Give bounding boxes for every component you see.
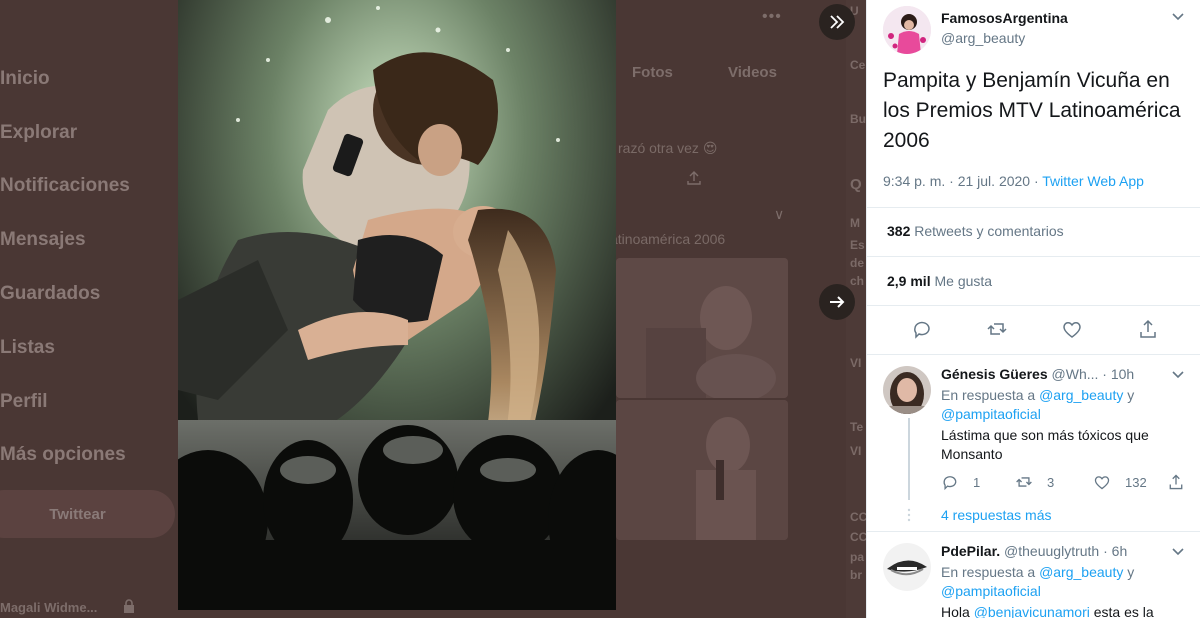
author-handle[interactable]: @arg_beauty [941, 30, 1025, 46]
likes-stat[interactable]: 2,9 mil Me gusta [887, 273, 992, 289]
tweet-actions [867, 318, 1200, 342]
mention-link[interactable]: @arg_beauty [1039, 564, 1123, 580]
heart-icon [1094, 476, 1110, 490]
bg-snippet: atinoamérica 2006 [610, 231, 726, 247]
retweets-label: Retweets y comentarios [914, 223, 1064, 239]
reply-author-name[interactable]: PdePilar. [941, 543, 1000, 559]
thread-dots-icon [907, 508, 911, 522]
reply-time[interactable]: 6h [1112, 543, 1128, 559]
share-icon [1169, 474, 1183, 490]
mention-link[interactable]: @benjavicunamori [974, 604, 1090, 618]
mention-link[interactable]: @pampitaoficial [941, 583, 1041, 599]
author-name[interactable]: FamososArgentina [941, 10, 1068, 26]
nav-home[interactable]: Inicio [0, 52, 130, 106]
chevron-down-icon[interactable] [1171, 547, 1185, 557]
account-name[interactable]: Magali Widme... [0, 600, 97, 615]
bg-snippet: razó otra vez 😍 [618, 140, 718, 156]
chevron-down-icon[interactable] [1171, 370, 1185, 380]
author-avatar[interactable] [883, 6, 931, 54]
nav-lists[interactable]: Listas [0, 321, 130, 375]
tweet-source[interactable]: Twitter Web App [1042, 173, 1144, 189]
bg-thumbnail [616, 258, 788, 398]
tab-videos[interactable]: Videos [728, 64, 777, 81]
mention-link[interactable]: @pampitaoficial [941, 406, 1041, 422]
reply-avatar[interactable] [883, 543, 931, 591]
share-button[interactable] [1167, 473, 1199, 491]
reply-icon [943, 476, 957, 491]
retweet-icon [1016, 477, 1032, 487]
mention-link[interactable]: @arg_beauty [1039, 387, 1123, 403]
retweets-count: 382 [887, 223, 911, 239]
reply-button[interactable]: 1 [941, 473, 980, 491]
more-icon[interactable]: ••• [762, 8, 782, 26]
sidebar-nav: Inicio Explorar Notificaciones Mensajes … [0, 52, 130, 482]
likes-count: 2,9 mil [887, 273, 931, 289]
arrow-right-icon [830, 296, 845, 308]
retweets-stat[interactable]: 382 Retweets y comentarios [887, 223, 1064, 239]
retweet-button[interactable]: 3 [1015, 473, 1054, 491]
tab-photos[interactable]: Fotos [632, 64, 673, 81]
reply-avatar[interactable] [883, 366, 931, 414]
reply-author-handle[interactable]: @theuuglytruth [1004, 543, 1099, 559]
share-icon[interactable] [1137, 318, 1159, 340]
reply-time[interactable]: 10h [1111, 366, 1134, 382]
reply-author-name[interactable]: Génesis Güeres [941, 366, 1048, 382]
heart-icon[interactable] [1061, 318, 1083, 340]
tweet-detail-panel: FamososArgentina @arg_beauty Pampita y B… [866, 0, 1200, 618]
reply-context: En respuesta a @arg_beauty y @pampitaofi… [941, 564, 1135, 599]
reply-author-handle[interactable]: @Wh... [1052, 366, 1099, 382]
reply-text: Lástima que son más tóxicos que Monsanto [941, 427, 1149, 462]
reply-header: PdePilar. @theuuglytruth · 6h [941, 543, 1128, 559]
nav-explore[interactable]: Explorar [0, 106, 130, 160]
nav-bookmarks[interactable]: Guardados [0, 267, 130, 321]
share-icon [687, 171, 701, 185]
tweet-time[interactable]: 9:34 p. m. · 21 jul. 2020 · [883, 173, 1042, 189]
nav-profile[interactable]: Perfil [0, 375, 130, 429]
reply-context: En respuesta a @arg_beauty y @pampitaofi… [941, 387, 1135, 422]
double-chevron-right-icon [830, 15, 845, 29]
bg-thumbnail [616, 400, 788, 540]
tweet-text: Pampita y Benjamín Vicuña en los Premios… [883, 69, 1181, 152]
likes-label: Me gusta [934, 273, 993, 289]
chevron-down-icon[interactable] [1171, 12, 1185, 22]
like-button[interactable]: 132 [1093, 473, 1147, 491]
nav-notifications[interactable]: Notificaciones [0, 160, 130, 214]
reply-actions: 1 3 132 [941, 473, 1191, 491]
compose-tweet-button[interactable]: Twittear [0, 490, 175, 538]
tweet-meta: 9:34 p. m. · 21 jul. 2020 · Twitter Web … [883, 173, 1144, 189]
nav-more[interactable]: Más opciones [0, 429, 130, 483]
nav-messages[interactable]: Mensajes [0, 213, 130, 267]
reply-icon[interactable] [911, 318, 933, 340]
collapse-panel-button[interactable] [819, 4, 855, 40]
chevron-down-icon: ∨ [774, 206, 785, 222]
photo-image [178, 0, 616, 610]
lock-icon [124, 599, 134, 613]
show-more-replies-link[interactable]: 4 respuestas más [941, 507, 1052, 523]
tweet-photo [178, 0, 616, 610]
reply-text: Hola @benjavicunamori esta es la [941, 604, 1154, 618]
next-image-button[interactable] [819, 284, 855, 320]
retweet-icon[interactable] [986, 318, 1008, 340]
reply-header: Génesis Güeres @Wh... · 10h [941, 366, 1135, 382]
